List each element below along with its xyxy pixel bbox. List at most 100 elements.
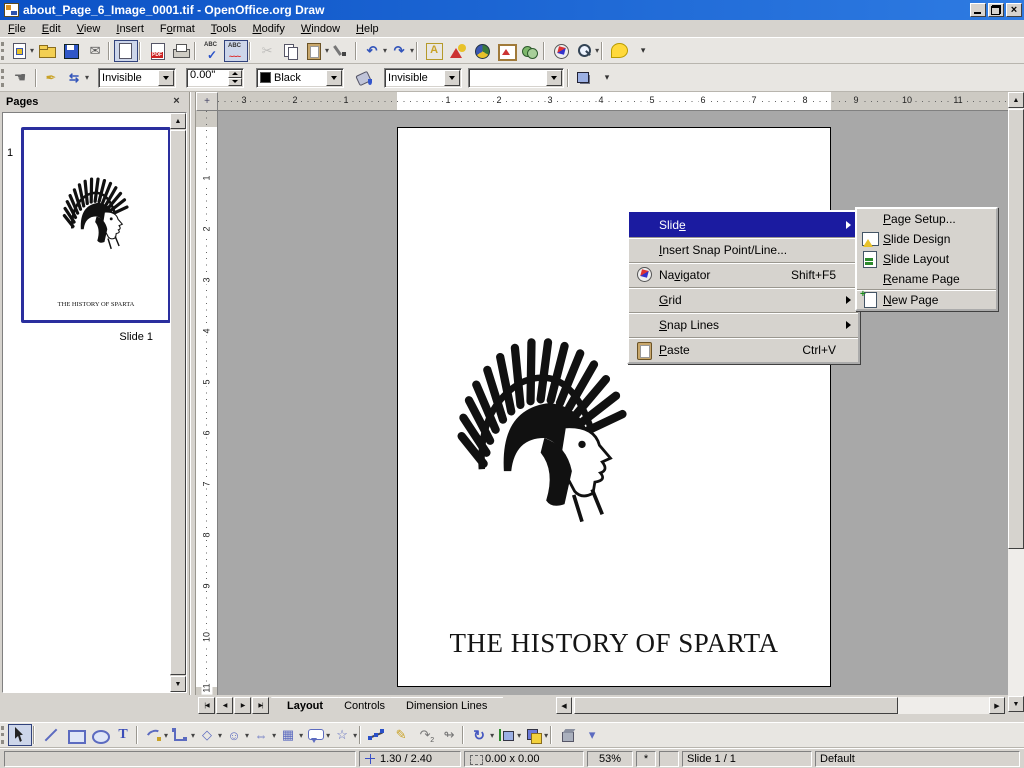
scroll-left-icon[interactable]: ◀ <box>556 697 572 714</box>
flowchart-tool[interactable]: ▦ <box>277 724 304 746</box>
menu-insert[interactable]: Insert <box>108 21 152 37</box>
export-pdf-button[interactable] <box>145 40 169 62</box>
submenu-item-slide-design[interactable]: Slide Design <box>857 229 996 249</box>
menu-item-snap-lines[interactable]: Snap Lines <box>629 312 858 337</box>
menu-modify[interactable]: Modify <box>244 21 292 37</box>
last-page-button[interactable]: ▶| <box>252 697 269 714</box>
line-tool[interactable] <box>39 724 63 746</box>
submenu-item-rename-page[interactable]: Rename Page <box>857 269 996 289</box>
navigator-button[interactable] <box>549 40 573 62</box>
menu-item-grid[interactable]: Grid <box>629 287 858 312</box>
fill-color-select[interactable] <box>468 68 564 88</box>
line-dialog-button[interactable]: ✒ <box>39 67 63 89</box>
chevron-down-icon[interactable] <box>326 70 342 86</box>
ellipse-tool[interactable] <box>87 724 111 746</box>
copy-button[interactable] <box>279 40 303 62</box>
edit-points-button[interactable] <box>365 724 389 746</box>
tab-layout[interactable]: Layout <box>271 697 339 716</box>
area-style-button[interactable] <box>352 67 376 89</box>
line-color-select[interactable]: Black <box>256 68 344 88</box>
first-page-button[interactable]: |◀ <box>198 697 215 714</box>
menu-help[interactable]: Help <box>348 21 387 37</box>
tab-dimension-lines[interactable]: Dimension Lines <box>390 697 503 716</box>
block-arrows-tool[interactable]: ⇔ <box>250 724 277 746</box>
chevron-down-icon[interactable] <box>158 70 174 86</box>
horizontal-scrollbar[interactable]: ◀ ▶ <box>556 697 1005 714</box>
rotate-button[interactable]: ↻ <box>468 724 495 746</box>
effects-button[interactable]: ↷ <box>413 724 437 746</box>
chevron-down-icon[interactable] <box>444 70 460 86</box>
menu-format[interactable]: Format <box>152 21 203 37</box>
vertical-ruler[interactable]: 1234567891011 <box>196 111 218 695</box>
spellcheck-button[interactable] <box>200 40 224 62</box>
previous-page-button[interactable]: ◀ <box>216 697 233 714</box>
zoom-button[interactable] <box>573 40 600 62</box>
submenu-item-slide-layout[interactable]: Slide Layout <box>857 249 996 269</box>
curve-tool[interactable] <box>142 724 169 746</box>
basic-shapes-tool[interactable]: ◇ <box>196 724 223 746</box>
extrusion-toggle[interactable] <box>556 724 580 746</box>
rectangle-tool[interactable] <box>63 724 87 746</box>
slide-thumbnail[interactable]: THE HISTORY OF SPARTA <box>21 127 171 323</box>
save-button[interactable] <box>59 40 83 62</box>
submenu-item-new-page[interactable]: New Page <box>857 289 996 309</box>
fill-style-select[interactable]: Invisible <box>384 68 462 88</box>
callouts-tool[interactable] <box>304 724 331 746</box>
title-bar[interactable]: about_Page_6_Image_0001.tif - OpenOffice… <box>0 0 1024 20</box>
status-zoom[interactable]: 53% <box>587 751 633 767</box>
interaction-button[interactable]: ↬ <box>437 724 461 746</box>
connector-tool[interactable] <box>169 724 196 746</box>
menu-tools[interactable]: Tools <box>203 21 245 37</box>
menu-item-navigator[interactable]: Navigator Shift+F5 <box>629 262 858 287</box>
restore-button[interactable] <box>988 3 1004 17</box>
toolbar-overflow-button[interactable]: ▾ <box>595 67 619 89</box>
horizontal-ruler[interactable]: 3211234567891011 <box>218 92 1008 111</box>
arrange-button[interactable] <box>522 724 549 746</box>
redo-button[interactable]: ↷ <box>388 40 415 62</box>
status-style[interactable]: Default <box>815 751 1020 767</box>
menu-item-slide[interactable]: Slide <box>629 212 858 237</box>
chevron-down-icon[interactable] <box>546 70 562 86</box>
insert-image-button[interactable] <box>494 40 518 62</box>
glue-points-button[interactable]: ✎ <box>389 724 413 746</box>
tab-controls[interactable]: Controls <box>328 697 401 716</box>
menu-file[interactable]: File <box>0 21 34 37</box>
status-position[interactable]: 1.30 / 2.40 <box>359 751 461 767</box>
menu-item-insert-snap-point-line[interactable]: Insert Snap Point/Line... <box>629 237 858 262</box>
spin-down-icon[interactable] <box>228 78 242 86</box>
menu-item-paste[interactable]: Paste Ctrl+V <box>629 337 858 362</box>
scrollbar-thumb[interactable] <box>574 697 898 714</box>
help-button[interactable]: ? <box>607 40 631 62</box>
text-tool[interactable]: T <box>111 724 135 746</box>
spartan-graphic[interactable] <box>455 324 641 540</box>
stars-tool[interactable]: ☆ <box>331 724 358 746</box>
edit-points-hand-button[interactable]: ☚ <box>8 67 32 89</box>
select-tool[interactable] <box>8 724 32 746</box>
open-button[interactable] <box>35 40 59 62</box>
menu-view[interactable]: View <box>69 21 109 37</box>
autospellcheck-button[interactable] <box>224 40 248 62</box>
edit-file-button[interactable]: ✎ <box>114 40 138 62</box>
scroll-up-icon[interactable]: ▲ <box>170 113 186 129</box>
fontwork-gallery-button[interactable] <box>422 40 446 62</box>
status-slide[interactable]: Slide 1 / 1 <box>682 751 812 767</box>
shadow-button[interactable] <box>571 67 595 89</box>
print-button[interactable] <box>169 40 193 62</box>
status-size[interactable]: 0.00 x 0.00 <box>464 751 584 767</box>
spin-up-icon[interactable] <box>228 70 242 78</box>
next-page-button[interactable]: ▶ <box>234 697 251 714</box>
cut-button[interactable]: ✂ <box>255 40 279 62</box>
line-style-select[interactable]: Invisible <box>98 68 176 88</box>
format-paintbrush-button[interactable] <box>330 40 354 62</box>
new-drawing-button[interactable] <box>8 40 35 62</box>
scrollbar-thumb[interactable] <box>1008 109 1024 549</box>
scroll-up-icon[interactable]: ▲ <box>1008 92 1024 108</box>
scroll-down-icon[interactable]: ▼ <box>170 676 186 692</box>
minimize-button[interactable] <box>970 3 986 17</box>
toolbar-grip[interactable] <box>0 40 8 62</box>
toolbar-grip[interactable] <box>0 67 8 89</box>
page-title-text[interactable]: THE HISTORY OF SPARTA <box>398 628 830 659</box>
paste-button[interactable] <box>303 40 330 62</box>
close-icon[interactable]: × <box>170 96 183 109</box>
submenu-item-page-setup[interactable]: Page Setup... <box>857 209 996 229</box>
